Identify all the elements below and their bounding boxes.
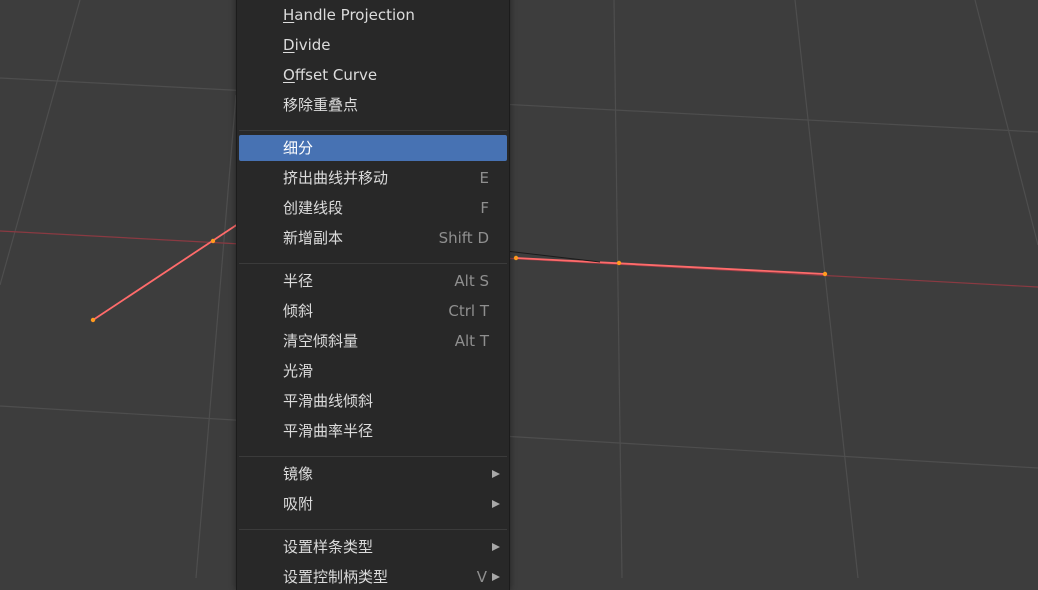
menu-item-shortcut: Shift D [438,229,489,247]
menu-item-shortcut: E [479,169,489,187]
menu-item-label: 倾斜 [283,302,314,320]
menu-item-label: 设置样条类型 [283,538,374,556]
menu-item-shortcut: Alt T [454,332,489,350]
menu-item[interactable]: Offset Curve [239,62,507,88]
menu-item-shortcut: F [480,199,489,217]
submenu-arrow-icon [492,543,500,551]
control-point[interactable] [210,238,216,244]
menu-separator [239,456,507,457]
grid-line [0,405,1038,469]
menu-item[interactable]: 光滑 [239,358,507,384]
control-point[interactable] [90,317,96,323]
menu-item-label: 光滑 [283,362,314,380]
menu-item-label: 挤出曲线并移动 [283,169,389,187]
menu-item-label: 设置控制柄类型 [283,568,389,586]
menu-item[interactable]: 挤出曲线并移动 E [239,165,507,191]
menu-item[interactable]: 移除重叠点 [239,92,507,118]
grid-line [0,0,81,286]
menu-item[interactable]: 新增副本 Shift D [239,225,507,251]
menu-item-label: 清空倾斜量 [283,332,359,350]
grid-line [613,0,623,578]
menu-item-label: 吸附 [283,495,314,513]
submenu-arrow-icon [492,500,500,508]
menu-item-label: Offset Curve [283,66,378,84]
curve-segment [515,257,826,275]
menu-item[interactable]: Divide [239,32,507,58]
submenu-arrow-icon [492,573,500,581]
grid-line [794,0,859,578]
menu-item[interactable]: 镜像 [239,461,507,487]
menu-item[interactable]: 创建线段 F [239,195,507,221]
menu-item[interactable]: 平滑曲线倾斜 [239,388,507,414]
control-point[interactable] [822,271,828,277]
menu-item-label: 移除重叠点 [283,96,359,114]
menu-item-label: 新增副本 [283,229,344,247]
menu-item-label: 细分 [283,139,314,157]
menu-item[interactable]: 平滑曲率半径 [239,418,507,444]
menu-item[interactable]: 倾斜 Ctrl T [239,298,507,324]
grid-line [974,0,1038,246]
menu-item-label: 平滑曲线倾斜 [283,392,374,410]
context-menu: Handle Projection Divide Offset Curve 移除重叠点… [236,0,510,590]
menu-item[interactable]: Handle Projection [239,2,507,28]
menu-item[interactable]: 设置样条类型 [239,534,507,560]
menu-separator [239,529,507,530]
menu-item-shortcut: Ctrl T [448,302,489,320]
menu-item-label: 半径 [283,272,314,290]
menu-item-label: Divide [283,36,331,54]
menu-item-shortcut: V [476,568,487,586]
grid-line [195,94,237,578]
control-point[interactable] [513,255,519,261]
curve-segment [92,223,239,321]
menu-separator [239,263,507,264]
control-point[interactable] [616,260,622,266]
menu-item[interactable]: 设置控制柄类型 V [239,564,507,590]
menu-item[interactable]: 细分 [239,135,507,161]
menu-item-label: Handle Projection [283,6,415,24]
3d-viewport[interactable] [0,0,1038,578]
menu-item[interactable]: 清空倾斜量 Alt T [239,328,507,354]
floor-grid [0,0,1038,578]
menu-item-label: 镜像 [283,465,314,483]
submenu-arrow-icon [492,470,500,478]
menu-item[interactable]: 半径 Alt S [239,268,507,294]
menu-item-shortcut: Alt S [454,272,489,290]
menu-item-label: 平滑曲率半径 [283,422,374,440]
menu-item[interactable]: 吸附 [239,491,507,517]
menu-item-label: 创建线段 [283,199,344,217]
grid-line [0,77,1038,133]
menu-separator [239,130,507,131]
